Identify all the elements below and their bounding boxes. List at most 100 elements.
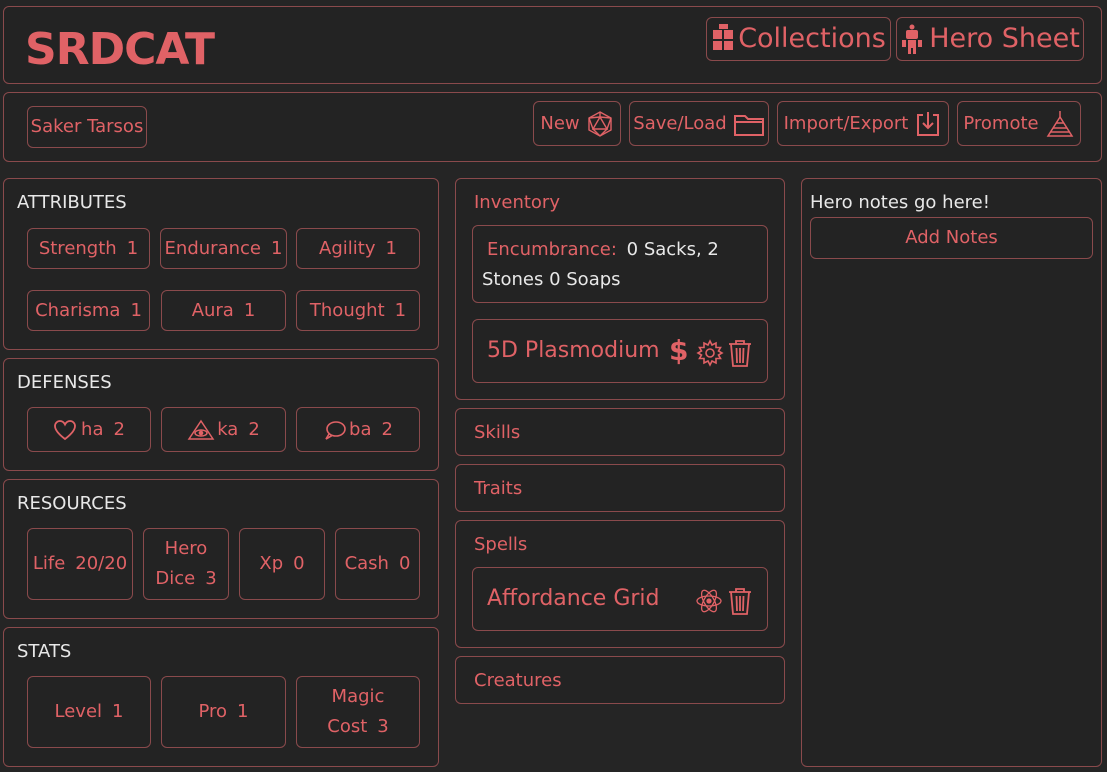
notes-panel <box>801 178 1102 767</box>
download-icon <box>914 110 942 138</box>
resource-label: Cash <box>344 553 389 574</box>
folder-icon <box>733 110 765 138</box>
attribute-thought[interactable]: Thought 1 <box>296 290 420 331</box>
srdcat-logo[interactable]: SRDCAT <box>25 24 215 70</box>
attribute-value: 1 <box>130 299 142 321</box>
hero-name-button[interactable]: Saker Tarsos <box>27 106 147 148</box>
encumbrance-box: Encumbrance: 0 Sacks, 2 Stones 0 Soaps <box>472 225 768 303</box>
attribute-label: Charisma <box>35 299 121 321</box>
attributes-title: ATTRIBUTES <box>17 192 127 213</box>
skills-section[interactable]: Skills <box>455 408 785 456</box>
creatures-section[interactable]: Creatures <box>455 656 785 704</box>
trash-icon[interactable] <box>726 586 754 616</box>
resource-value: 0 <box>293 553 305 574</box>
stat-label: Magic <box>331 686 385 707</box>
resource-cash[interactable]: Cash 0 <box>335 528 420 600</box>
resource-value: 20/20 <box>75 553 128 574</box>
hero-name: Saker Tarsos <box>30 116 144 137</box>
attribute-label: Agility <box>319 237 376 259</box>
attribute-value: 1 <box>126 237 139 259</box>
stats-title: STATS <box>17 641 72 662</box>
hero-sheet-button[interactable]: Hero Sheet <box>896 17 1084 61</box>
attribute-strength[interactable]: Strength 1 <box>27 228 150 269</box>
heart-icon <box>53 419 77 441</box>
eye-pyramid-icon <box>187 419 215 441</box>
stat-value: 3 <box>377 716 389 737</box>
defense-value: 2 <box>113 418 125 440</box>
stat-pro[interactable]: Pro 1 <box>161 676 286 748</box>
defenses-title: DEFENSES <box>17 372 112 393</box>
save-load-button[interactable]: Save/Load <box>629 101 769 146</box>
stat-label: Pro <box>198 701 228 722</box>
trash-icon[interactable] <box>726 338 754 368</box>
attribute-charisma[interactable]: Charisma 1 <box>27 290 150 331</box>
creatures-title: Creatures <box>474 670 562 691</box>
resource-label: Dice <box>155 568 196 589</box>
spell-name: Affordance Grid <box>487 586 660 611</box>
attribute-value: 1 <box>394 299 407 321</box>
attribute-agility[interactable]: Agility 1 <box>296 228 420 269</box>
attribute-value: 1 <box>270 237 283 259</box>
resource-hero-dice[interactable]: Hero Dice 3 <box>143 528 229 600</box>
dollar-icon[interactable]: $ <box>669 334 688 367</box>
resource-label: Life <box>32 553 66 574</box>
traits-title: Traits <box>474 478 523 499</box>
collections-button[interactable]: Collections <box>706 17 891 61</box>
atom-icon[interactable] <box>695 587 723 615</box>
stat-label: Level <box>54 701 103 722</box>
d20-icon <box>586 110 614 138</box>
spells-title[interactable]: Spells <box>474 534 527 555</box>
defense-label: ha <box>81 418 104 440</box>
defense-label: ba <box>349 418 372 440</box>
resource-life[interactable]: Life 20/20 <box>27 528 133 600</box>
robot-hero-icon <box>900 24 924 54</box>
add-notes-button[interactable]: Add Notes <box>810 217 1093 259</box>
defense-label: ka <box>217 418 239 440</box>
import-export-label: Import/Export <box>783 112 909 134</box>
resource-value: 0 <box>398 553 411 574</box>
collections-label: Collections <box>738 23 886 54</box>
defense-ha[interactable]: ha 2 <box>27 407 151 452</box>
promote-label: Promote <box>963 112 1039 134</box>
attribute-aura[interactable]: Aura 1 <box>161 290 286 331</box>
attribute-label: Aura <box>191 299 234 321</box>
attribute-label: Strength <box>38 237 117 259</box>
stat-value: 1 <box>112 701 124 722</box>
new-button[interactable]: New <box>533 101 621 146</box>
resource-label: Xp <box>259 553 284 574</box>
import-export-button[interactable]: Import/Export <box>777 101 949 146</box>
encumbrance-value-1: 0 Sacks, 2 <box>626 239 719 260</box>
stat-level[interactable]: Level 1 <box>27 676 151 748</box>
spell-item[interactable]: Affordance Grid <box>472 567 768 631</box>
pyramid-icon <box>1045 109 1075 139</box>
resources-title: RESOURCES <box>17 493 127 514</box>
inventory-title[interactable]: Inventory <box>474 192 560 213</box>
resource-label: Hero <box>164 538 208 559</box>
traits-section[interactable]: Traits <box>455 464 785 512</box>
books-icon <box>711 24 735 54</box>
inventory-item[interactable]: 5D Plasmodium $ <box>472 319 768 383</box>
add-notes-label: Add Notes <box>905 227 998 248</box>
promote-button[interactable]: Promote <box>957 101 1081 146</box>
attribute-label: Endurance <box>164 237 261 259</box>
skills-title: Skills <box>474 422 521 443</box>
stat-magic-cost[interactable]: Magic Cost 3 <box>296 676 420 748</box>
defense-ba[interactable]: ba 2 <box>296 407 420 452</box>
attribute-label: Thought <box>309 299 385 321</box>
encumbrance-value-2: Stones 0 Soaps <box>482 269 621 290</box>
attribute-value: 1 <box>385 237 397 259</box>
defense-ka[interactable]: ka 2 <box>161 407 286 452</box>
save-load-label: Save/Load <box>633 112 727 134</box>
resource-xp[interactable]: Xp 0 <box>239 528 325 600</box>
defense-value: 2 <box>248 418 260 440</box>
stat-value: 1 <box>237 701 249 722</box>
gear-icon[interactable] <box>696 339 724 367</box>
resource-value: 3 <box>205 568 217 589</box>
svg-text:SRDCAT: SRDCAT <box>25 24 215 70</box>
new-label: New <box>540 112 580 134</box>
speech-bubble-icon <box>323 419 347 441</box>
notes-text: Hero notes go here! <box>810 192 990 213</box>
hero-sheet-label: Hero Sheet <box>929 23 1080 54</box>
stat-label: Cost <box>327 716 368 737</box>
attribute-endurance[interactable]: Endurance 1 <box>160 228 287 269</box>
